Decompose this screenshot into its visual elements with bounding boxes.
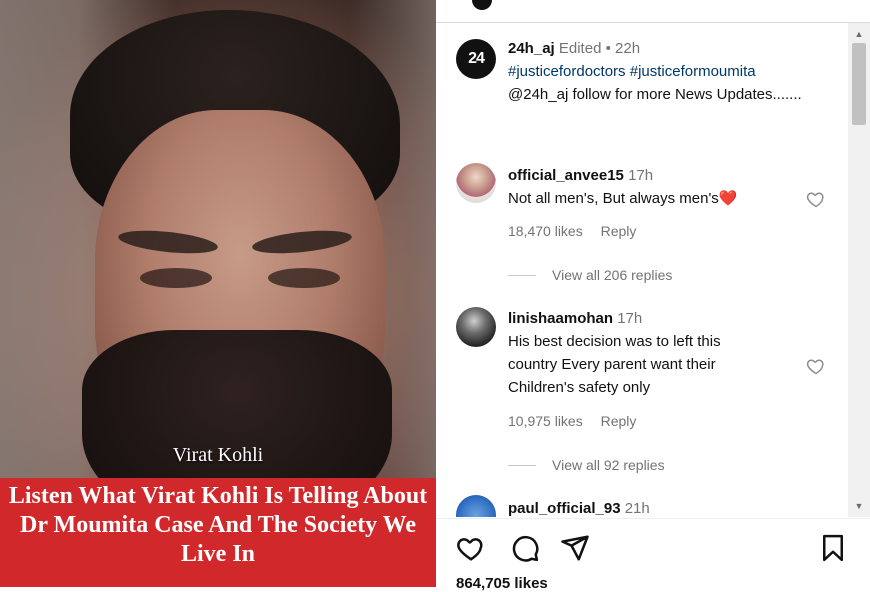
post-panel: 24 24h_aj Edited • 22h #justicefordoctor… bbox=[436, 0, 870, 592]
likes-count[interactable]: 864,705 likes bbox=[456, 575, 548, 592]
comment-meta: 10,975 likes Reply bbox=[508, 413, 650, 429]
author-username[interactable]: 24h_aj bbox=[508, 40, 555, 57]
comment-reply-button[interactable]: Reply bbox=[601, 223, 637, 239]
comment-like-heart-icon[interactable] bbox=[806, 189, 826, 209]
comments-scrollbar[interactable]: ▲ ▼ bbox=[848, 23, 870, 517]
post-actions-bar: 864,705 likes bbox=[436, 518, 870, 592]
scroll-down-arrow-icon[interactable]: ▼ bbox=[854, 501, 864, 511]
comment-text: His best decision was to left this count… bbox=[508, 333, 721, 396]
caption-text: @24h_aj follow for more News Updates....… bbox=[508, 86, 802, 103]
bookmark-icon[interactable] bbox=[818, 533, 848, 563]
comment-text: Not all men's, But always men's❤️ bbox=[508, 190, 738, 207]
replies-divider bbox=[508, 274, 536, 276]
view-replies-button[interactable]: View all 92 replies bbox=[508, 457, 665, 473]
comment-avatar[interactable] bbox=[456, 495, 496, 517]
video-subject-eye bbox=[268, 268, 340, 288]
comment-icon[interactable] bbox=[510, 533, 540, 563]
comment-like-heart-icon[interactable] bbox=[806, 356, 826, 376]
post-header-bar bbox=[436, 0, 870, 23]
comment-meta: 18,470 likes Reply bbox=[508, 223, 650, 239]
scroll-up-arrow-icon[interactable]: ▲ bbox=[854, 29, 864, 39]
comment-likes[interactable]: 10,975 likes bbox=[508, 413, 583, 429]
comment-time: 17h bbox=[628, 167, 654, 184]
author-caption: 24h_aj Edited • 22h #justicefordoctors #… bbox=[508, 37, 828, 106]
meta-separator: • bbox=[605, 40, 611, 57]
comment-time: 21h bbox=[624, 500, 650, 517]
video-headline-text: Listen What Virat Kohli Is Telling About… bbox=[8, 483, 428, 567]
comment-username[interactable]: linishaamohan bbox=[508, 310, 613, 327]
view-replies-button[interactable]: View all 206 replies bbox=[508, 267, 672, 283]
caption-hashtags[interactable]: #justicefordoctors #justiceformoumita bbox=[508, 63, 756, 80]
share-icon[interactable] bbox=[560, 533, 590, 563]
comment-username[interactable]: paul_official_93 bbox=[508, 500, 621, 517]
comment-reply-button[interactable]: Reply bbox=[601, 413, 637, 429]
heart-icon[interactable] bbox=[456, 533, 486, 563]
header-avatar[interactable] bbox=[472, 0, 492, 10]
edited-label: Edited bbox=[558, 40, 602, 57]
comments-list[interactable]: 24 24h_aj Edited • 22h #justicefordoctor… bbox=[436, 23, 848, 517]
comment-username[interactable]: official_anvee15 bbox=[508, 167, 624, 184]
post-time: 22h bbox=[615, 40, 641, 57]
author-avatar[interactable]: 24 bbox=[456, 39, 496, 79]
comment-avatar[interactable] bbox=[456, 307, 496, 347]
replies-divider bbox=[508, 464, 536, 466]
comment-avatar[interactable] bbox=[456, 163, 496, 203]
video-name-caption: Virat Kohli bbox=[172, 444, 264, 466]
scrollbar-thumb[interactable] bbox=[852, 43, 866, 125]
view-replies-text: View all 92 replies bbox=[552, 457, 665, 473]
comment-item: linishaamohan 17h His best decision was … bbox=[508, 307, 828, 399]
video-subject-eye bbox=[140, 268, 212, 288]
comment-likes[interactable]: 18,470 likes bbox=[508, 223, 583, 239]
view-replies-text: View all 206 replies bbox=[552, 267, 673, 283]
video-panel[interactable]: Virat Kohli Listen What Virat Kohli Is T… bbox=[0, 0, 436, 587]
comment-item: official_anvee15 17h Not all men's, But … bbox=[508, 164, 828, 210]
comment-item: paul_official_93 21h bbox=[508, 497, 828, 517]
comment-time: 17h bbox=[617, 310, 643, 327]
author-avatar-text: 24 bbox=[468, 50, 485, 67]
